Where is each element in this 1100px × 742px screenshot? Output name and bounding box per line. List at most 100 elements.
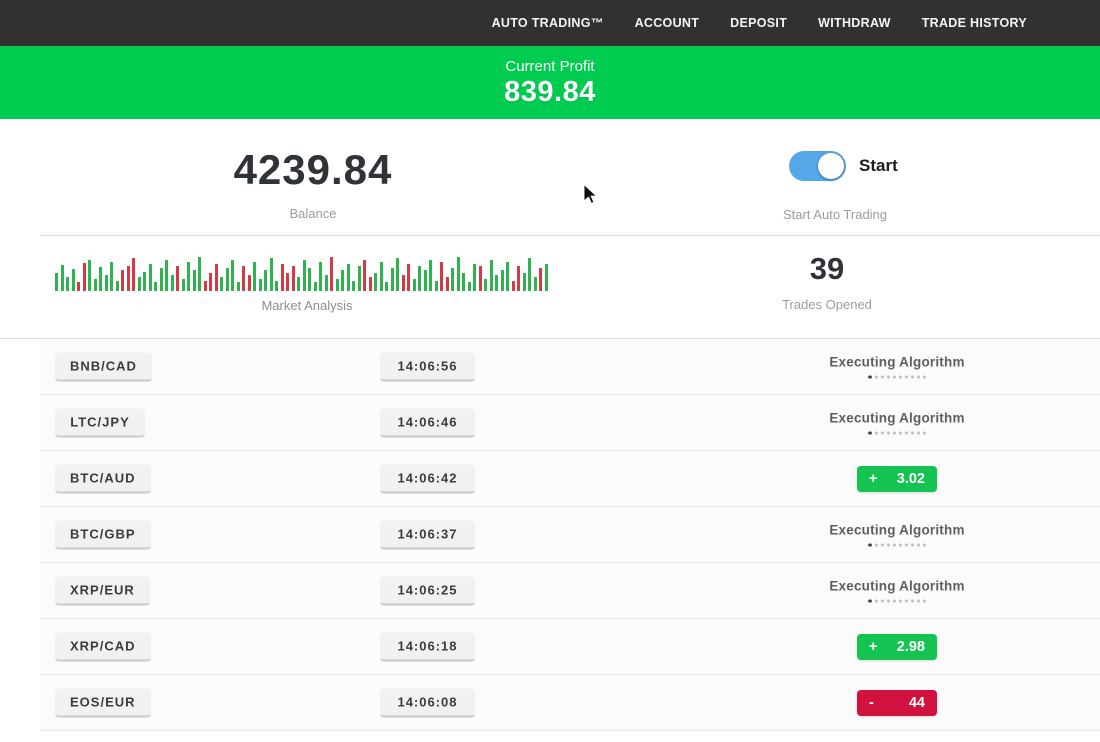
progress-dot [868,543,872,547]
progress-dots [797,599,997,603]
chart-bar [512,281,515,291]
nav-item-deposit[interactable]: DEPOSIT [730,16,787,30]
progress-dot [887,432,890,435]
progress-dot [911,376,914,379]
chart-bar [479,266,482,291]
chart-bar [424,270,427,291]
progress-dots [797,543,997,547]
progress-dot [917,600,920,603]
chart-bar [330,257,333,291]
progress-dot [923,432,926,435]
progress-dot [911,544,914,547]
progress-dot [868,375,872,379]
chart-bar [336,279,339,291]
chart-bar [413,279,416,291]
balance-label: Balance [113,206,513,221]
time-chip: 14:06:42 [380,464,475,493]
trade-row: XRP/CAD14:06:18+2.98 [40,619,1100,675]
chart-bar [545,264,548,291]
progress-dot [881,432,884,435]
chart-bar [110,262,113,291]
chart-bar [160,268,163,291]
chart-bar [385,282,388,291]
trade-row: LTC/JPY14:06:46Executing Algorithm [40,395,1100,451]
trade-status: Executing Algorithm [797,354,997,379]
progress-dot [868,431,872,435]
auto-trading-toggle[interactable] [789,151,846,181]
chart-bar [165,260,168,291]
chart-bar [193,270,196,291]
trade-row: BTC/AUD 14:06:42 +3.02 [40,451,1100,507]
chart-bar [187,262,190,291]
toggle-state-label: Start [859,156,898,176]
chart-bar [77,282,80,291]
chart-bar [253,262,256,291]
trades-opened-label: Trades Opened [727,297,927,312]
chart-bar [407,264,410,291]
progress-dot [899,544,902,547]
chart-bar [94,279,97,291]
chart-bar [281,264,284,291]
chart-bar [237,282,240,291]
chart-bar [99,267,102,291]
progress-dot [868,599,872,603]
current-profit-label: Current Profit [505,58,594,75]
pair-chip: BTC/AUD [55,464,151,493]
chart-bar [171,275,174,291]
chart-bar [523,273,526,291]
progress-dot [875,544,878,547]
chart-bar [391,268,394,291]
time-chip: 14:06:25 [380,576,475,605]
progress-dot [875,600,878,603]
chart-bar [143,272,146,291]
pair-chip: BTC/GBP [55,520,151,549]
toggle-knob[interactable] [818,153,844,179]
chart-bar [457,257,460,291]
progress-dot [917,544,920,547]
chart-bar [292,266,295,291]
chart-bar [451,268,454,291]
chart-bar [380,262,383,291]
chart-bar [325,275,328,291]
progress-dot [887,376,890,379]
chart-bar [209,273,212,291]
start-auto-trading-label: Start Auto Trading [735,207,935,222]
chart-bar [446,277,449,291]
chart-bar [435,281,438,291]
nav-item-auto-trading[interactable]: AUTO TRADING™ [492,16,604,30]
trade-row: BTC/GBP14:06:37Executing Algorithm [40,507,1100,563]
chart-bar [303,260,306,291]
chart-bar [517,266,520,291]
nav-item-trade-history[interactable]: TRADE HISTORY [922,16,1027,30]
chart-bar [149,264,152,291]
profit-badge: +3.02 [857,466,937,492]
chart-bar [154,282,157,291]
market-analysis-label: Market Analysis [107,298,507,313]
progress-dot [893,376,896,379]
progress-dot [899,600,902,603]
progress-dot [917,432,920,435]
chart-bar [429,260,432,291]
pair-chip: XRP/EUR [55,576,150,605]
chart-bar [314,282,317,291]
nav-item-account[interactable]: ACCOUNT [635,16,700,30]
progress-dot [893,432,896,435]
progress-dot [899,376,902,379]
progress-dot [875,376,878,379]
balance-value: 4239.84 [113,146,513,194]
nav-item-withdraw[interactable]: WITHDRAW [818,16,891,30]
chart-bar [297,277,300,291]
progress-dots [797,431,997,435]
trade-row: XRP/EUR 14:06:25 Executing Algorithm [40,563,1100,619]
chart-bar [176,266,179,291]
chart-bar [204,281,207,291]
pair-chip: EOS/EUR [55,688,151,717]
executing-label: Executing Algorithm [797,578,997,593]
chart-bar [264,270,267,291]
progress-dot [893,544,896,547]
chart-bar [358,266,361,291]
profit-banner: Current Profit 839.84 [0,46,1100,119]
trade-status: Executing Algorithm [797,578,997,603]
chart-bar [138,277,141,291]
chart-bar [121,270,124,291]
